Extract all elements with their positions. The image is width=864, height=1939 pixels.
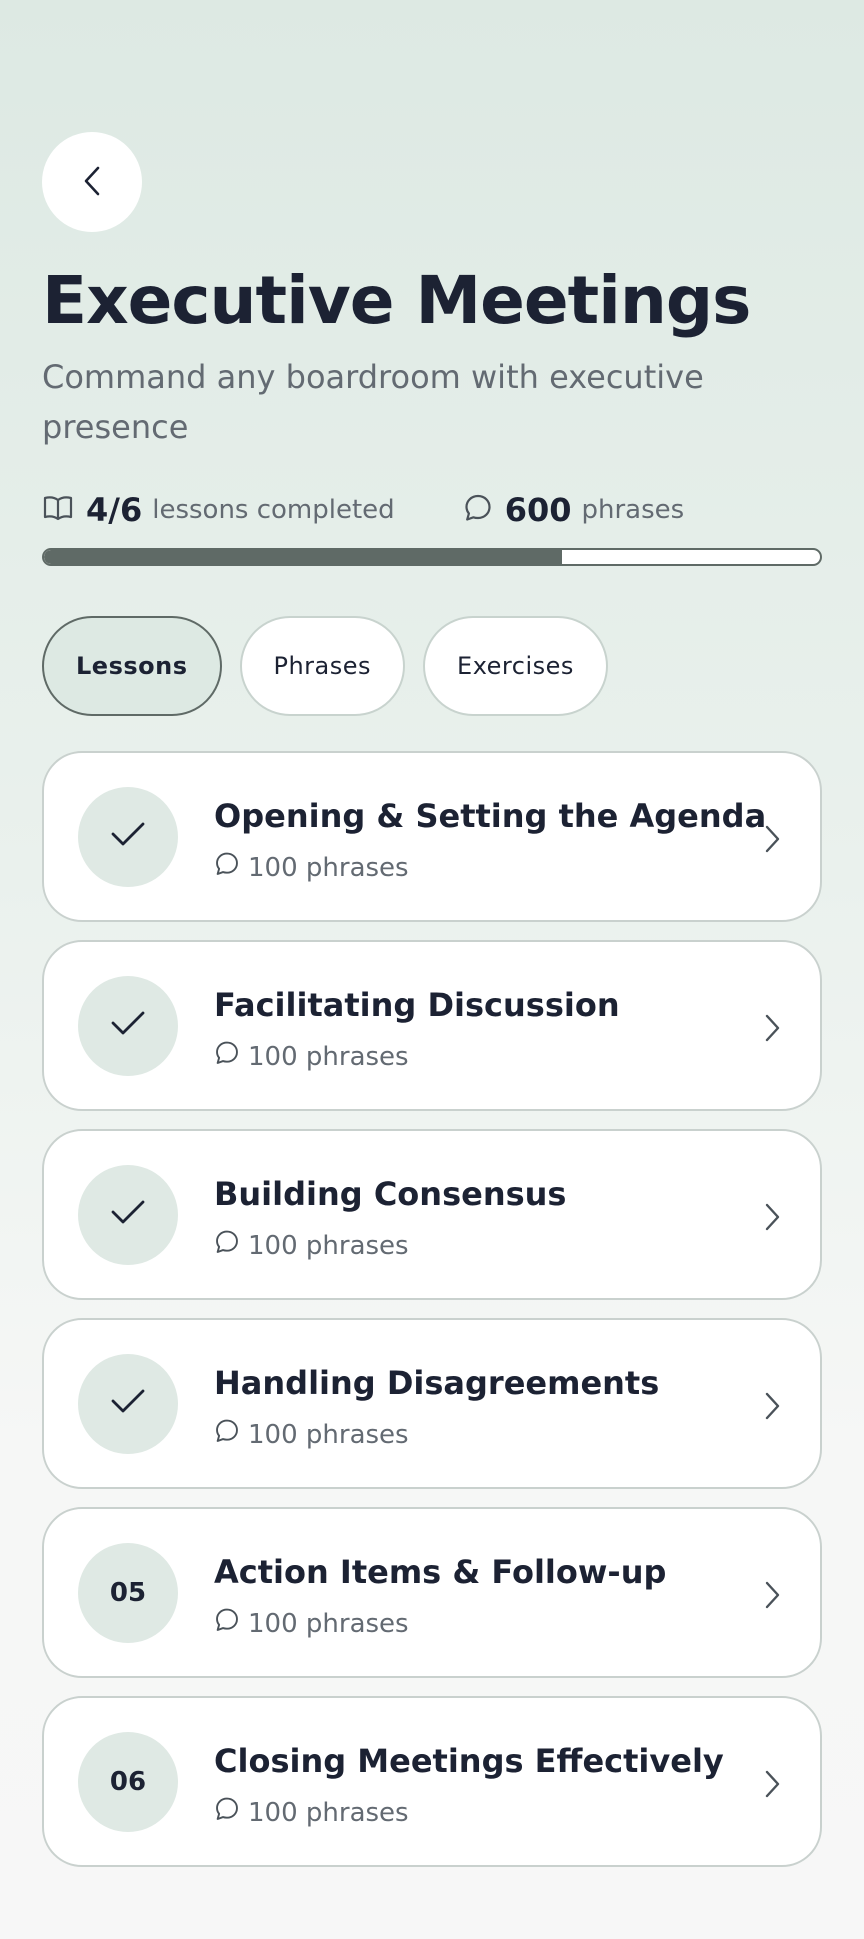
lessons-stat: 4/6 lessons completed (42, 491, 395, 529)
page-title: Executive Meetings (42, 262, 751, 339)
lessons-count: 4/6 (86, 491, 143, 529)
chevron-right-icon (762, 1579, 782, 1615)
chat-bubble-icon (214, 1796, 248, 1829)
lesson-phrase-count: 100 phrases (248, 852, 409, 883)
lesson-card[interactable]: Building Consensus 100 phrases (42, 1129, 822, 1300)
lesson-meta: 100 phrases (214, 1418, 409, 1451)
book-open-icon (42, 494, 86, 526)
chevron-right-icon (762, 1012, 782, 1048)
lessons-label: lessons completed (152, 495, 395, 525)
tab-lessons[interactable]: Lessons (42, 616, 222, 716)
check-icon (108, 1196, 148, 1235)
chevron-right-icon (762, 823, 782, 859)
tab-phrases[interactable]: Phrases (239, 616, 406, 716)
content-tabs: Lessons Phrases Exercises (42, 616, 626, 716)
course-progress-bar (42, 548, 822, 566)
check-icon (108, 818, 148, 857)
lesson-card[interactable]: Handling Disagreements 100 phrases (42, 1318, 822, 1489)
page-subtitle: Command any boardroom with executive pre… (42, 358, 704, 446)
lesson-title: Closing Meetings Effectively (214, 1742, 724, 1780)
course-stats: 4/6 lessons completed 600 phrases (42, 490, 684, 530)
lesson-title: Action Items & Follow-up (214, 1553, 667, 1591)
lesson-title: Building Consensus (214, 1175, 567, 1213)
lesson-phrase-count: 100 phrases (248, 1041, 409, 1072)
tab-exercises[interactable]: Exercises (423, 616, 608, 716)
lesson-card[interactable]: 06 Closing Meetings Effectively 100 phrase… (42, 1696, 822, 1867)
check-icon (108, 1007, 148, 1046)
chat-bubble-icon (214, 1418, 248, 1451)
lesson-number: 06 (109, 1767, 147, 1797)
course-progress-fill (44, 550, 562, 564)
lesson-meta: 100 phrases (214, 1040, 409, 1073)
lesson-meta: 100 phrases (214, 851, 409, 884)
lesson-status-badge (78, 1354, 178, 1454)
phrases-count: 600 (504, 491, 572, 529)
lesson-number: 05 (109, 1578, 147, 1608)
lesson-card[interactable]: Facilitating Discussion 100 phrases (42, 940, 822, 1111)
phrases-label: phrases (581, 495, 685, 525)
lesson-status-badge (78, 787, 178, 887)
chat-bubble-icon (214, 1229, 248, 1262)
lesson-phrase-count: 100 phrases (248, 1608, 409, 1639)
chevron-left-icon (81, 164, 103, 201)
lesson-title: Facilitating Discussion (214, 986, 620, 1024)
lesson-list: Opening & Setting the Agenda 100 phrases F… (42, 751, 822, 1885)
check-icon (108, 1385, 148, 1424)
phrases-stat: 600 phrases (463, 491, 685, 529)
lesson-card[interactable]: Opening & Setting the Agenda 100 phrases (42, 751, 822, 922)
lesson-status-badge: 05 (78, 1543, 178, 1643)
lesson-phrase-count: 100 phrases (248, 1797, 409, 1828)
lesson-title: Opening & Setting the Agenda (214, 797, 767, 835)
lesson-status-badge: 06 (78, 1732, 178, 1832)
lesson-meta: 100 phrases (214, 1796, 409, 1829)
back-button[interactable] (42, 132, 142, 232)
chevron-right-icon (762, 1390, 782, 1426)
lesson-card[interactable]: 05 Action Items & Follow-up 100 phrases (42, 1507, 822, 1678)
lesson-phrase-count: 100 phrases (248, 1230, 409, 1261)
chat-bubble-icon (214, 1607, 248, 1640)
lesson-meta: 100 phrases (214, 1607, 409, 1640)
chat-bubble-icon (463, 493, 505, 527)
chevron-right-icon (762, 1768, 782, 1804)
chat-bubble-icon (214, 851, 248, 884)
lesson-status-badge (78, 976, 178, 1076)
lesson-meta: 100 phrases (214, 1229, 409, 1262)
lesson-title: Handling Disagreements (214, 1364, 660, 1402)
chat-bubble-icon (214, 1040, 248, 1073)
chevron-right-icon (762, 1201, 782, 1237)
lesson-phrase-count: 100 phrases (248, 1419, 409, 1450)
lesson-status-badge (78, 1165, 178, 1265)
